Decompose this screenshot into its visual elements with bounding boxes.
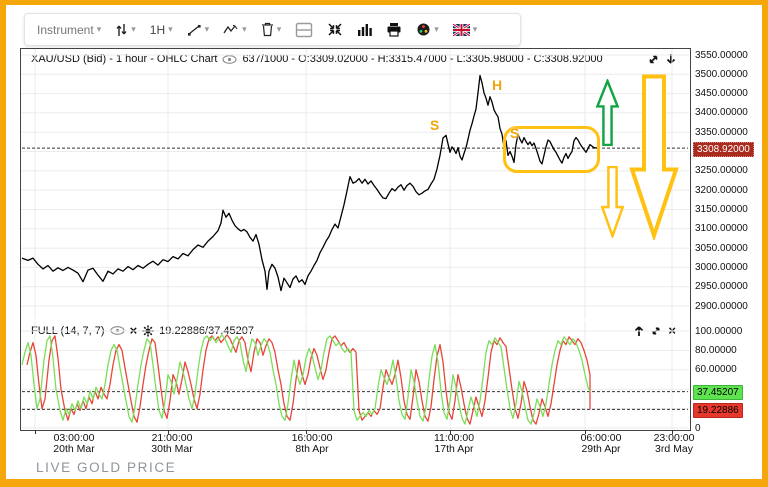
fullscreen-icon: [327, 22, 343, 37]
instrument-dropdown[interactable]: Instrument ▾: [37, 23, 101, 37]
time-axis-label: 23:00:003rd May: [654, 433, 695, 455]
price-axis-label: 3550.00000: [695, 50, 748, 61]
caret-down-icon: ▾: [131, 25, 136, 34]
price-axis-label: 3100.00000: [695, 223, 748, 234]
price-axis-label: 2950.00000: [695, 281, 748, 292]
caret-down-icon: ▾: [277, 25, 282, 34]
caret-down-icon: ▾: [205, 25, 210, 34]
caret-down-icon: ▾: [97, 25, 102, 34]
annotation-green-up-arrow[interactable]: [596, 79, 619, 146]
caret-down-icon: ▾: [242, 25, 247, 34]
price-axis-label: 3250.00000: [695, 165, 748, 176]
stochastic-axis-label: 0: [695, 423, 701, 434]
bar-chart-icon: [357, 23, 372, 37]
time-axis-label: 16:00:008th Apr: [292, 433, 333, 455]
print-button[interactable]: [386, 22, 402, 37]
layout-button[interactable]: [295, 22, 313, 38]
price-axis-label: 3500.00000: [695, 69, 748, 80]
stochastic-d-badge: 19.22886: [693, 403, 743, 418]
fullscreen-button[interactable]: [327, 22, 343, 37]
annotation-large-yellow-down-arrow[interactable]: [629, 74, 679, 240]
price-axis-label: 3450.00000: [695, 88, 748, 99]
uk-flag-icon: [453, 24, 470, 36]
current-price-badge: 3308.92000: [693, 142, 754, 157]
time-axis-label: 11:00:0017th Apr: [434, 433, 474, 455]
chart-toolbar: Instrument ▾ ▾ 1H ▾ ▾: [24, 13, 521, 46]
printer-icon: [386, 22, 402, 37]
chart-settings-dropdown[interactable]: ▾: [115, 23, 136, 37]
caret-down-icon: ▾: [168, 25, 173, 34]
price-axis-label: 3350.00000: [695, 127, 748, 138]
zigzag-icon: [223, 23, 239, 37]
annotation-label-s2[interactable]: S: [510, 125, 519, 141]
time-axis-tick: [35, 430, 36, 434]
price-axis-label: 3400.00000: [695, 107, 748, 118]
timeframe-dropdown[interactable]: 1H ▾: [150, 23, 173, 37]
caret-down-icon: ▾: [434, 25, 439, 34]
frame-border-right: [762, 0, 768, 487]
theme-dropdown[interactable]: ▾: [416, 22, 439, 37]
netdania-chart-window: Instrument ▾ ▾ 1H ▾ ▾: [0, 0, 768, 487]
color-wheel-icon: [416, 22, 431, 37]
price-axis-label: 3050.00000: [695, 243, 748, 254]
timeframe-label: 1H: [150, 23, 165, 37]
frame-border-bottom: [0, 479, 768, 487]
stochastic-k-badge: 37.45207: [693, 385, 743, 400]
stochastic-axis-label: 60.00000: [695, 364, 737, 375]
annotation-label-h[interactable]: H: [492, 77, 502, 93]
annotation-label-s1[interactable]: S: [430, 117, 439, 133]
stochastic-plot[interactable]: [20, 320, 690, 430]
price-axis-label: 2900.00000: [695, 301, 748, 312]
page-title: LIVE GOLD PRICE: [36, 460, 176, 475]
split-view-icon: [295, 22, 313, 38]
time-axis-label: 03:00:0020th Mar: [53, 433, 94, 455]
time-axis-label: 06:00:0029th Apr: [581, 433, 622, 455]
delete-dropdown[interactable]: ▾: [261, 22, 282, 37]
price-axis-label: 3200.00000: [695, 185, 748, 196]
instrument-label: Instrument: [37, 23, 94, 37]
chart-style-button[interactable]: [357, 23, 372, 37]
sliders-icon: [115, 23, 128, 37]
frame-border-top: [0, 0, 768, 5]
language-dropdown[interactable]: ▾: [453, 24, 478, 36]
price-axis-label: 3150.00000: [695, 204, 748, 215]
annotation-small-yellow-down-arrow[interactable]: [601, 166, 624, 238]
frame-border-left: [0, 0, 6, 487]
time-axis-label: 21:00:0030th Mar: [151, 433, 192, 455]
trendline-icon: [187, 23, 202, 37]
stochastic-axis-label: 100.00000: [695, 326, 742, 337]
caret-down-icon: ▾: [473, 25, 478, 34]
price-axis-label: 3000.00000: [695, 262, 748, 273]
price-plot[interactable]: [20, 48, 690, 320]
stochastic-axis-label: 80.00000: [695, 345, 737, 356]
drawing-tools-dropdown[interactable]: ▾: [187, 23, 210, 37]
trash-icon: [261, 22, 274, 37]
indicators-dropdown[interactable]: ▾: [223, 23, 247, 37]
